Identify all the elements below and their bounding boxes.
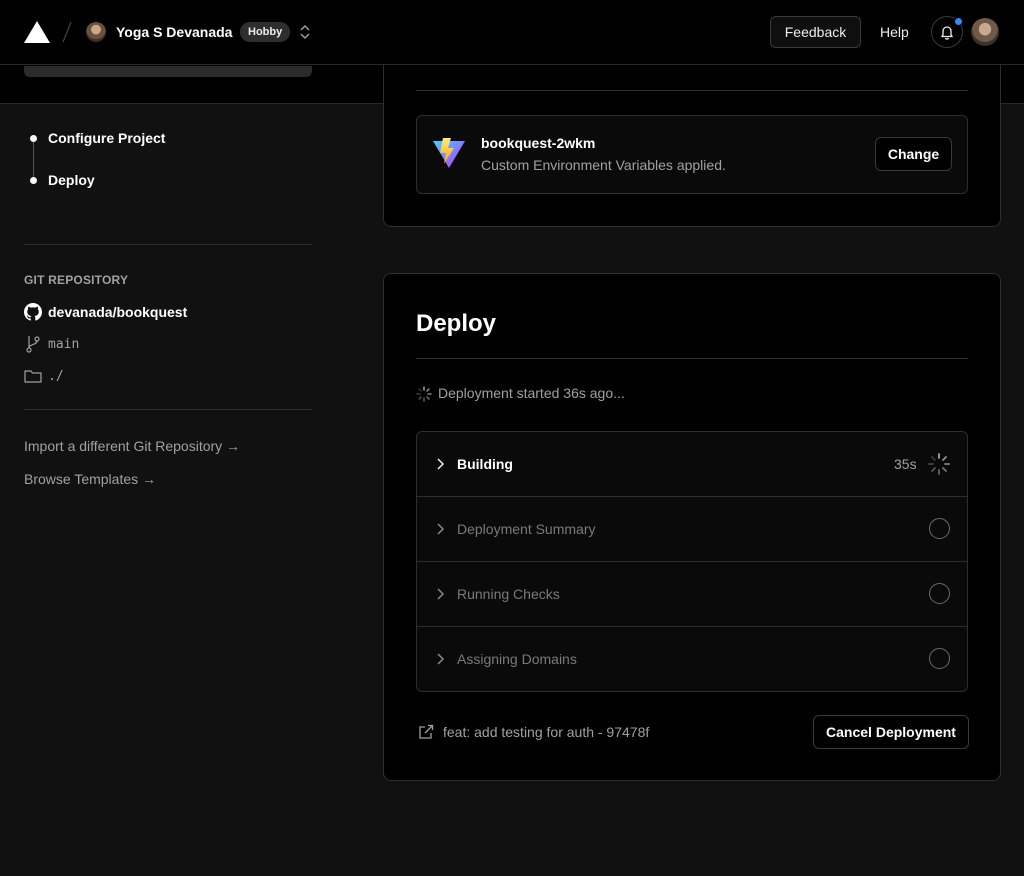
divider [24, 409, 312, 410]
chevron-right-icon [437, 458, 445, 470]
deploy-title: Deploy [416, 310, 497, 337]
git-branch-icon [26, 336, 40, 353]
environment-title: bookquest-2wkm [481, 135, 596, 151]
step-label: Running Checks [457, 586, 560, 602]
team-avatar[interactable] [86, 22, 106, 42]
pending-circle-icon [929, 648, 950, 669]
help-link[interactable]: Help [880, 24, 909, 40]
external-link-icon[interactable] [418, 724, 434, 740]
step-deploy: Deploy [48, 172, 95, 188]
step-dot [30, 135, 37, 142]
header-placeholder [24, 66, 312, 77]
step-row-building[interactable]: Building 35s [417, 432, 967, 497]
notification-dot [954, 17, 963, 26]
cancel-deployment-button[interactable]: Cancel Deployment [813, 715, 969, 749]
branch-row: main [24, 334, 79, 354]
git-repository-heading: GIT REPOSITORY [24, 273, 129, 287]
deploy-steps: Building 35s Deployment Summary Running … [416, 431, 968, 692]
step-dot [30, 177, 37, 184]
plan-badge: Hobby [240, 22, 291, 42]
vercel-logo-icon[interactable] [24, 21, 50, 43]
step-time: 35s [894, 456, 917, 472]
folder-icon [24, 370, 42, 383]
chevron-right-icon [437, 523, 445, 535]
repo-name: devanada/bookquest [48, 304, 188, 320]
github-icon [24, 303, 42, 321]
repo-row[interactable]: devanada/bookquest [24, 302, 187, 322]
pending-circle-icon [929, 583, 950, 604]
deployment-status: Deployment started 36s ago... [438, 385, 625, 401]
step-row-deployment-summary[interactable]: Deployment Summary [417, 497, 967, 562]
user-avatar[interactable] [971, 18, 999, 46]
branch-name: main [48, 336, 80, 352]
step-label: Assigning Domains [457, 651, 577, 667]
top-nav: Yoga S Devanada Hobby Feedback Help [0, 0, 1024, 65]
divider [416, 90, 968, 91]
spinner-icon [928, 453, 950, 475]
spinner-icon [416, 386, 432, 402]
chevron-up-down-icon[interactable] [299, 23, 311, 41]
commit-message[interactable]: feat: add testing for auth - 97478f [443, 724, 649, 740]
steps-connector [33, 138, 34, 180]
environment-subtitle: Custom Environment Variables applied. [481, 157, 726, 173]
browse-templates-link[interactable]: Browse Templates → [24, 471, 156, 487]
bell-icon [941, 26, 953, 40]
import-git-repo-link[interactable]: Import a different Git Repository → [24, 438, 240, 454]
root-directory: ./ [48, 368, 64, 384]
chevron-right-icon [437, 653, 445, 665]
step-row-assigning-domains[interactable]: Assigning Domains [417, 627, 967, 691]
feedback-button[interactable]: Feedback [770, 16, 861, 48]
vite-logo-icon [433, 138, 465, 168]
divider [416, 358, 968, 359]
team-name[interactable]: Yoga S Devanada [116, 24, 232, 40]
change-button[interactable]: Change [875, 137, 952, 171]
root-dir-row: ./ [24, 366, 64, 386]
step-label: Building [457, 456, 513, 472]
step-row-running-checks[interactable]: Running Checks [417, 562, 967, 627]
step-label: Deployment Summary [457, 521, 596, 537]
divider [24, 244, 312, 245]
chevron-right-icon [437, 588, 445, 600]
step-configure-project: Configure Project [48, 130, 166, 146]
breadcrumb-slash-icon [62, 21, 72, 43]
pending-circle-icon [929, 518, 950, 539]
